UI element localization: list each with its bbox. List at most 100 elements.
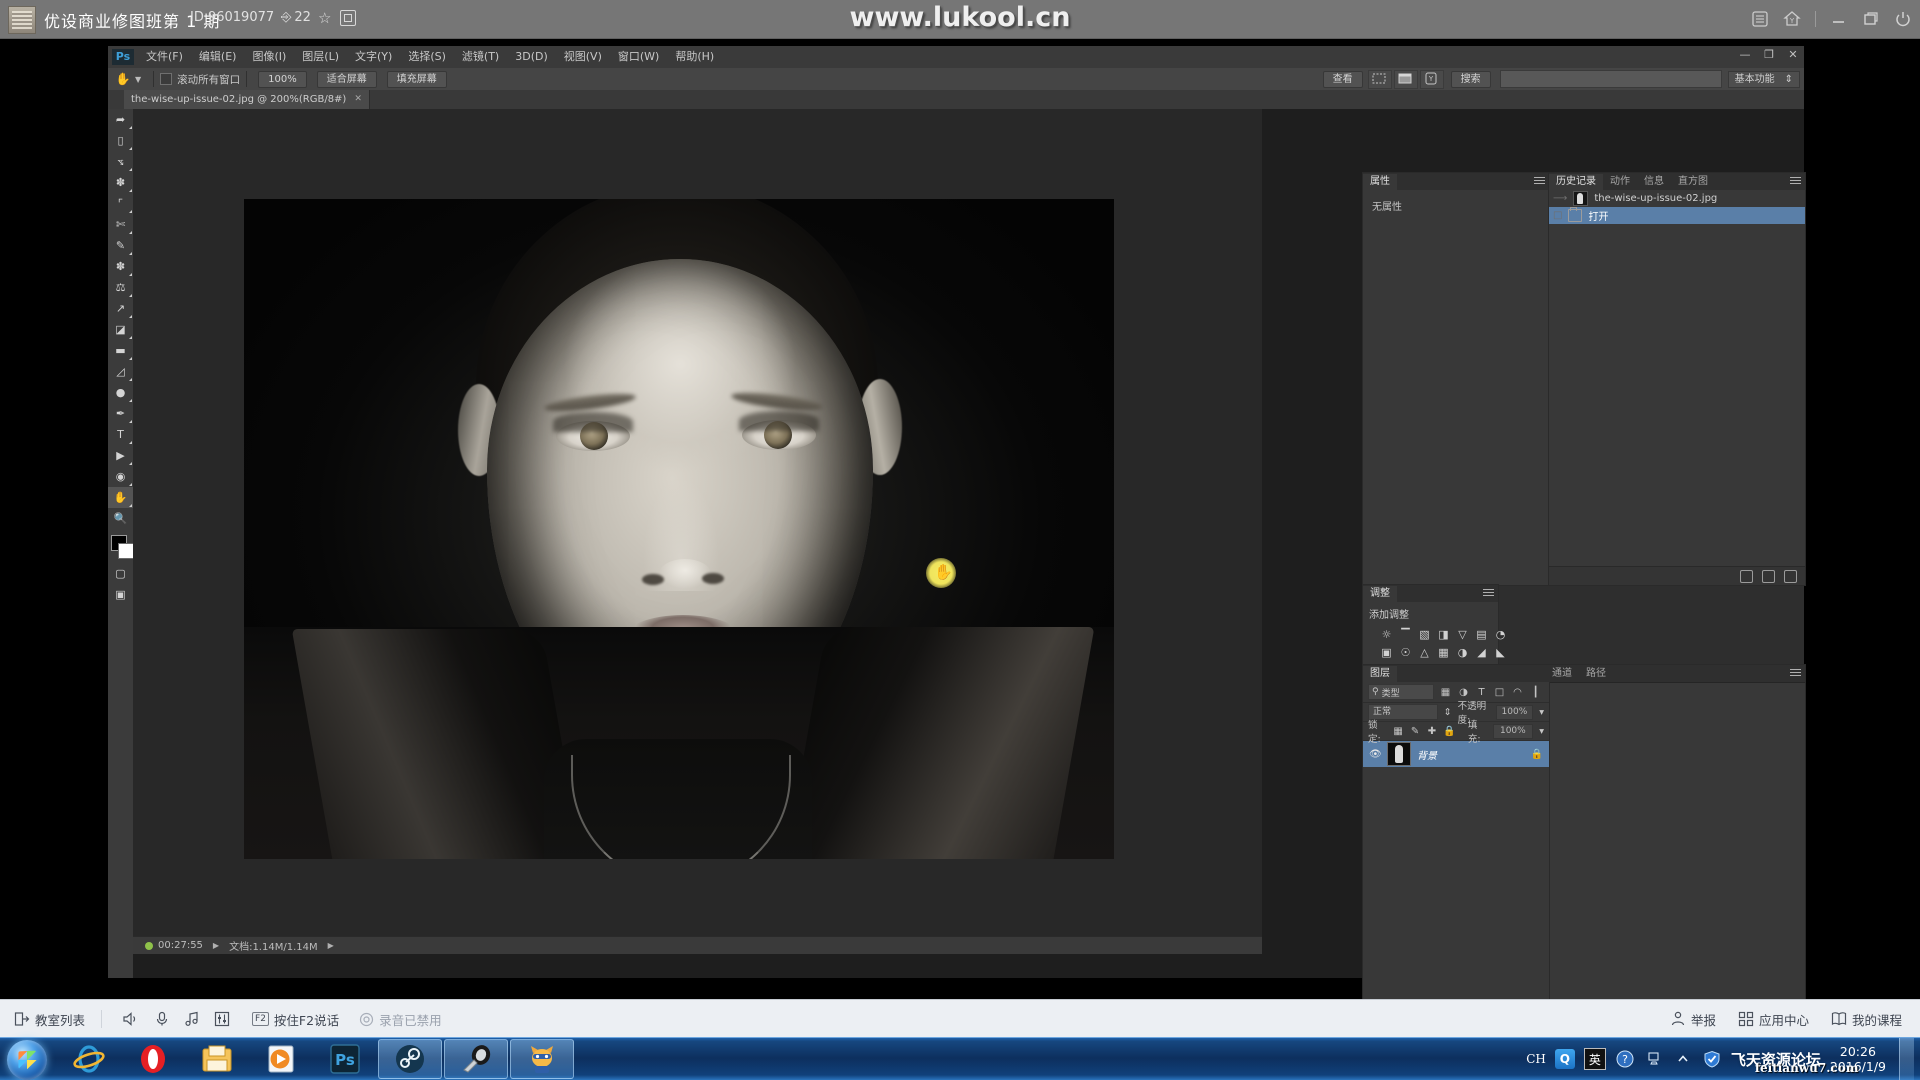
threshold-icon[interactable]: ◣ [1492,644,1509,660]
gradient-tool[interactable]: ▬ [108,340,133,361]
color-lookup-icon[interactable]: ▦ [1435,644,1452,660]
create-document-from-state-icon[interactable] [1740,569,1753,583]
taskbar-opera-browser[interactable] [122,1040,184,1078]
my-courses-button[interactable]: 我的课程 [1831,1010,1902,1029]
menu-filter[interactable]: 滤镜(T) [454,46,507,68]
panel-menu-icon[interactable] [1483,589,1494,598]
exposure-icon[interactable]: ◨ [1435,626,1452,642]
marquee-tool[interactable]: ▯ [108,130,133,151]
screen-mode-full-icon[interactable] [1393,69,1418,89]
menu-image[interactable]: 图像(I) [244,46,294,68]
color-swatches[interactable] [108,533,134,563]
eraser-tool[interactable]: ◪ [108,319,133,340]
opacity-input[interactable]: 100% [1495,704,1534,720]
menu-view[interactable]: 视图(V) [556,46,610,68]
minimize-icon[interactable] [1830,10,1848,28]
tab-histogram[interactable]: 直方图 [1671,174,1715,190]
list-icon[interactable] [1751,10,1769,28]
create-snapshot-icon[interactable] [1762,569,1775,583]
canvas-image[interactable] [244,199,1114,859]
history-item[interactable]: □ 打开 [1549,207,1805,224]
smart-object-filter-icon[interactable]: ◠ [1511,686,1524,699]
fill-stepper-icon[interactable]: ▾ [1539,726,1544,737]
background-color-swatch[interactable] [118,543,134,559]
qq-icon[interactable]: Q [1554,1049,1575,1069]
eyedropper-tool[interactable]: ✄ [108,214,133,235]
help-icon[interactable]: ? [1615,1049,1635,1069]
delete-state-icon[interactable] [1784,569,1797,583]
photo-filter-icon[interactable]: ☉ [1397,644,1414,660]
restore-icon[interactable] [1862,10,1880,28]
timer-expand-icon[interactable]: ▶ [213,941,219,950]
pixel-filter-icon[interactable]: ▦ [1439,686,1452,699]
move-tool[interactable]: ➦ [108,109,133,130]
power-icon[interactable] [1894,10,1912,28]
push-to-talk-button[interactable]: F2 按住F2说话 [252,1010,339,1029]
fill-screen-button[interactable]: 填充屏幕 [386,70,447,88]
tab-adjustments[interactable]: 调整 [1363,586,1397,602]
panel-menu-icon[interactable] [1534,177,1545,186]
home-icon[interactable]: Y [1783,10,1801,28]
screen-mode-standard-icon[interactable] [1367,69,1392,89]
invert-icon[interactable]: ◑ [1454,644,1471,660]
network-icon[interactable] [1644,1049,1664,1069]
screen-mode-toggle[interactable]: ▣ [108,584,133,605]
quick-selection-tool[interactable]: ✽ [108,172,133,193]
panel-menu-icon[interactable] [1790,669,1801,678]
tab-layers[interactable]: 图层 [1363,666,1397,682]
layer-row-background[interactable]: 👁 背景 🔒 [1363,741,1549,767]
vibrance-icon[interactable]: ▽ [1454,626,1471,642]
music-icon[interactable] [184,1011,200,1027]
show-desktop-button[interactable] [1899,1038,1914,1080]
lock-position-icon[interactable]: ✚ [1427,725,1438,738]
status-arrow-icon[interactable]: ▶ [328,941,334,950]
curves-icon[interactable]: ▧ [1416,626,1433,642]
adjustment-filter-icon[interactable]: ◑ [1457,686,1470,699]
fit-screen-button[interactable]: 适合屏幕 [316,70,377,88]
lock-transparent-icon[interactable]: ▦ [1393,725,1404,738]
app-center-button[interactable]: 应用中心 [1738,1010,1809,1029]
posterize-icon[interactable]: ◢ [1473,644,1490,660]
quick-mask-toggle[interactable]: ▢ [108,563,133,584]
shape-tool[interactable]: ◉ [108,466,133,487]
clone-stamp-tool[interactable]: ⚖ [108,277,133,298]
taskbar-cat-mascot-app[interactable] [510,1039,574,1079]
channel-mixer-icon[interactable]: △ [1416,644,1433,660]
lock-image-icon[interactable]: ✎ [1410,725,1421,738]
ime-indicator[interactable]: CH [1526,1052,1546,1066]
tab-history[interactable]: 历史记录 [1549,174,1603,190]
scroll-all-windows-checkbox[interactable] [160,73,173,85]
taskbar-windows-explorer[interactable] [186,1040,248,1078]
taskbar-media-player[interactable] [250,1040,312,1078]
document-window[interactable]: ✋ 00:27:55 ▶ 文档:1.14M/1.14M ▶ [133,109,1262,954]
filter-toggle-icon[interactable]: ┃ [1529,686,1542,699]
hand-tool-icon[interactable]: ✋ [112,70,134,88]
zoom-100-button[interactable]: 100% [258,70,307,88]
blur-tool[interactable]: ◿ [108,361,133,382]
menu-window[interactable]: 窗口(W) [610,46,667,68]
search-button[interactable]: 搜索 [1450,70,1491,88]
menu-select[interactable]: 选择(S) [400,46,454,68]
opacity-stepper-icon[interactable]: ▾ [1539,707,1544,718]
workspace-selector[interactable]: 基本功能 ⇕ [1727,70,1800,88]
lock-all-icon[interactable]: 🔒 [1443,725,1455,738]
levels-icon[interactable]: ▔ [1397,626,1414,642]
panel-menu-icon[interactable] [1790,177,1801,186]
taskbar-internet-explorer[interactable] [58,1040,120,1078]
path-selection-tool[interactable]: ▶ [108,445,133,466]
lasso-tool[interactable]: ⦪ [108,151,133,172]
dodge-tool[interactable]: ● [108,382,133,403]
zoom-tool[interactable]: 🔍 [108,508,133,529]
ps-restore-button[interactable]: ❐ [1762,48,1776,61]
eye-icon[interactable]: 👁 [1369,749,1382,760]
brightness-contrast-icon[interactable]: ☼ [1378,626,1395,642]
shape-filter-icon[interactable]: □ [1493,686,1506,699]
menu-type[interactable]: 文字(Y) [347,46,400,68]
bridge-icon[interactable]: Y [1419,69,1444,89]
brush-tool[interactable]: ✽ [108,256,133,277]
menu-3d[interactable]: 3D(D) [507,46,556,68]
view-button[interactable]: 查看 [1322,70,1363,88]
menu-edit[interactable]: 编辑(E) [191,46,245,68]
equalizer-icon[interactable] [214,1011,230,1027]
type-tool[interactable]: T [108,424,133,445]
